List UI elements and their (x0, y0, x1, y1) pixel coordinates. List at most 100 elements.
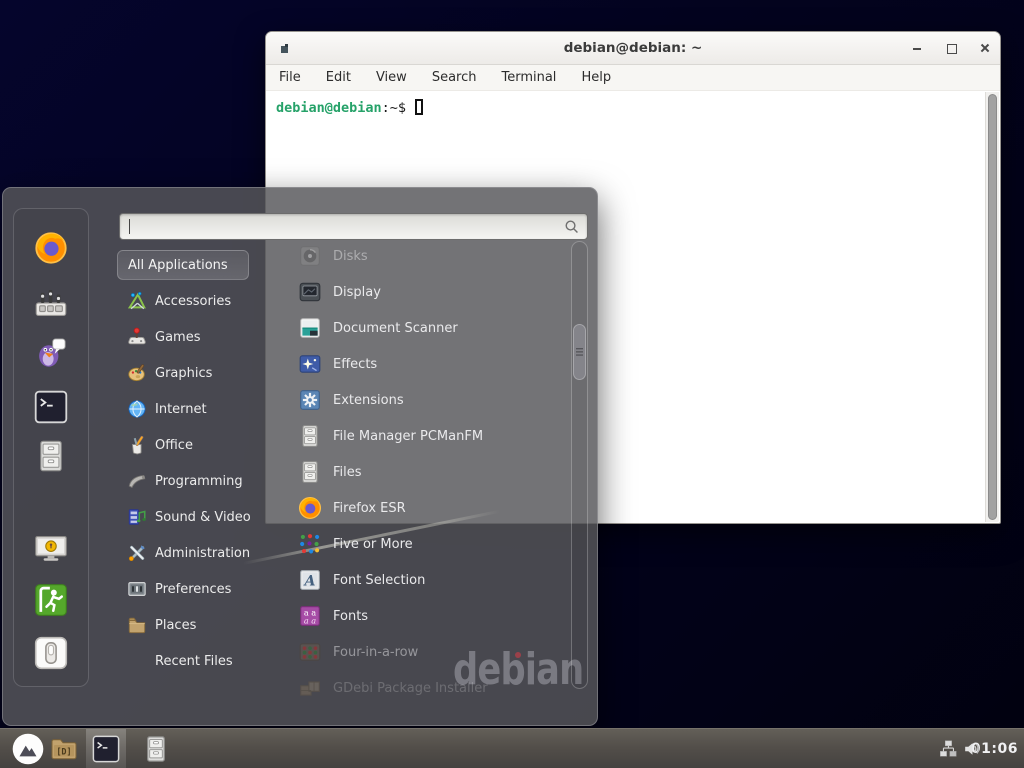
app-document-scanner[interactable]: Document Scanner (286, 310, 569, 346)
app-label: Effects (333, 357, 377, 372)
application-menu: debian All ApplicationsAccessoriesGamesG… (2, 187, 598, 726)
menu-icon (11, 732, 45, 766)
terminal-menubar: File Edit View Search Terminal Help (266, 65, 1000, 91)
volume-control[interactable] (962, 739, 982, 759)
category-games[interactable]: Games (115, 319, 269, 355)
app-firefox-esr[interactable]: Firefox ESR (286, 490, 569, 526)
app-display[interactable]: Display (286, 274, 569, 310)
office-icon (127, 435, 147, 455)
menu-search[interactable]: Search (428, 68, 481, 87)
app-label: Firefox ESR (333, 501, 406, 516)
app-files[interactable]: Files (286, 454, 569, 490)
app-gdebi-package-installer[interactable]: GDebi Package Installer (286, 670, 569, 706)
menu-view[interactable]: View (372, 68, 411, 87)
category-label: Graphics (155, 366, 212, 381)
prompt-path: :~$ (382, 100, 406, 116)
programming-icon (127, 471, 147, 491)
svg-text:A: A (303, 573, 316, 589)
category-label: Accessories (155, 294, 231, 309)
app-list-scrollbar-thumb[interactable] (573, 324, 586, 380)
file-manager-launcher[interactable]: [D] (44, 729, 84, 768)
category-label: Recent Files (155, 654, 233, 669)
app-extensions[interactable]: Extensions (286, 382, 569, 418)
category-recent-files[interactable]: Recent Files (115, 643, 269, 679)
menu-file[interactable]: File (275, 68, 305, 87)
category-sound-video[interactable]: Sound & Video (115, 499, 269, 535)
app-file-manager-pcmanfm[interactable]: File Manager PCManFM (286, 418, 569, 454)
app-list: Disks Display Document Scanner Effects Exten… (286, 238, 569, 708)
favorite-logout[interactable] (34, 583, 68, 617)
terminal-task[interactable] (86, 729, 126, 768)
favorite-lock-screen[interactable] (34, 532, 68, 566)
games-icon (127, 327, 147, 347)
favorite-pidgin[interactable] (34, 335, 68, 369)
app-four-in-a-row[interactable]: Four-in-a-row (286, 634, 569, 670)
menu-help[interactable]: Help (577, 68, 615, 87)
app-fonts[interactable]: a aa a Fonts (286, 598, 569, 634)
terminal-scrollbar-thumb[interactable] (988, 94, 997, 520)
category-places[interactable]: Places (115, 607, 269, 643)
search-box[interactable] (119, 213, 588, 240)
app-disks[interactable]: Disks (286, 238, 569, 274)
favorite-firefox[interactable] (34, 231, 68, 265)
app-label: Document Scanner (333, 321, 458, 336)
category-preferences[interactable]: Preferences (115, 571, 269, 607)
terminal-icon (34, 390, 68, 424)
effects-icon (298, 352, 322, 376)
app-label: Fonts (333, 609, 368, 624)
files-launcher[interactable] (136, 729, 176, 768)
category-office[interactable]: Office (115, 427, 269, 463)
app-list-scrollbar[interactable] (571, 241, 588, 689)
firefox-icon (298, 496, 322, 520)
five-or-more-icon (298, 532, 322, 556)
favorite-control-panel[interactable] (34, 286, 68, 320)
sound-video-icon (127, 507, 147, 527)
gdebi-icon (298, 676, 322, 700)
extensions-icon (298, 388, 322, 412)
terminal-titlebar[interactable]: debian@debian: ~ (266, 32, 1000, 65)
app-effects[interactable]: Effects (286, 346, 569, 382)
favorite-file-manager[interactable] (34, 439, 68, 473)
close-button[interactable] (978, 41, 992, 55)
category-graphics[interactable]: Graphics (115, 355, 269, 391)
category-label: Administration (155, 546, 250, 561)
menu-button[interactable] (8, 729, 48, 768)
fonts-icon: a aa a (298, 604, 322, 628)
taskbar: 01:06 [D] (0, 728, 1024, 768)
category-administration[interactable]: Administration (115, 535, 269, 571)
app-label: Disks (333, 249, 368, 264)
terminal-cursor (415, 99, 423, 115)
terminal-scrollbar[interactable] (985, 92, 999, 522)
maximize-button[interactable] (944, 41, 958, 55)
category-label: Internet (155, 402, 207, 417)
folder-d-icon: [D] (49, 734, 79, 764)
firefox-icon (34, 231, 68, 265)
terminal-prompt-line: debian@debian:~$ (267, 92, 999, 116)
icon-spacer (127, 651, 147, 671)
search-icon (563, 218, 580, 235)
favorites-panel (13, 208, 89, 687)
category-programming[interactable]: Programming (115, 463, 269, 499)
category-accessories[interactable]: Accessories (115, 283, 269, 319)
graphics-icon (127, 363, 147, 383)
svg-text:[D]: [D] (56, 748, 71, 758)
desktop-background: debian@debian: ~ File Edit View Search Termi… (0, 0, 1024, 768)
preferences-icon (127, 579, 147, 599)
menu-edit[interactable]: Edit (322, 68, 355, 87)
four-in-a-row-icon (298, 640, 322, 664)
menu-terminal[interactable]: Terminal (497, 68, 560, 87)
favorite-terminal[interactable] (34, 390, 68, 424)
favorite-shutdown[interactable] (34, 636, 68, 670)
search-input[interactable] (132, 214, 563, 239)
display-icon (298, 280, 322, 304)
app-font-selection[interactable]: A Font Selection (286, 562, 569, 598)
category-label: Places (155, 618, 196, 633)
category-all-applications[interactable]: All Applications (117, 250, 249, 280)
files-icon (142, 735, 170, 763)
category-internet[interactable]: Internet (115, 391, 269, 427)
network-status[interactable] (938, 739, 958, 759)
app-five-or-more[interactable]: Five or More (286, 526, 569, 562)
app-label: File Manager PCManFM (333, 429, 483, 444)
app-label: Font Selection (333, 573, 425, 588)
minimize-button[interactable] (910, 41, 924, 55)
